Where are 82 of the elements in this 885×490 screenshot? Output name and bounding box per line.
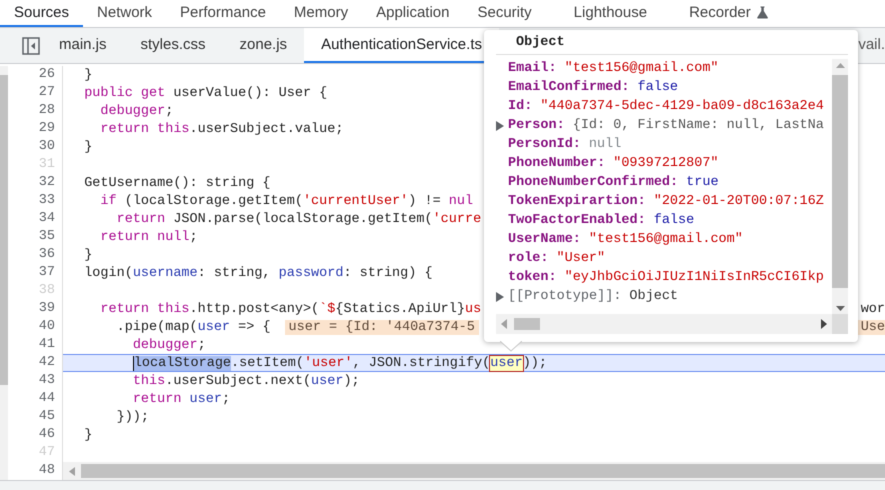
- line-number: 32: [38, 174, 56, 192]
- scroll-left-icon[interactable]: [69, 466, 75, 476]
- code-line: return null;: [99, 230, 198, 244]
- panel-tab[interactable]: Recorder: [675, 0, 782, 27]
- code-line: return this.http.post<any>(`${Statics.ApiUrl}us: [99, 302, 482, 316]
- file-tab[interactable]: main.js: [42, 28, 124, 63]
- code-line: public get userValue(): User {: [83, 86, 328, 100]
- line-number: 39: [38, 300, 56, 318]
- line-number: 29: [38, 120, 56, 138]
- line-number: 34: [38, 210, 56, 228]
- object-property: role: "User": [508, 251, 606, 266]
- line-number: 40: [38, 318, 56, 336]
- code-line: localStorage.setItem('user', JSON.stringify(user));: [132, 356, 548, 370]
- code-line: GetUsername(): string {: [83, 176, 271, 190]
- line-number: 36: [38, 246, 56, 264]
- line-number: 27: [38, 84, 56, 102]
- scrollbar-thumb[interactable]: [514, 318, 540, 330]
- object-property: PhoneNumber: "09397212807": [508, 156, 719, 171]
- code-line: }: [83, 68, 92, 82]
- object-property: token: "eyJhbGciOiJIUzI1NiIsInR5cCI6Ikp: [508, 270, 824, 285]
- code-fragment: wor: [860, 302, 885, 316]
- code-line: }));: [116, 410, 150, 424]
- scrollbar[interactable]: [496, 314, 848, 334]
- panel-tab[interactable]: Application: [362, 0, 464, 27]
- object-property: PersonId: null: [508, 137, 622, 152]
- scrollbar-corner: [832, 314, 848, 334]
- code-line: login(username: string, password: string) {: [83, 266, 433, 280]
- object-property: Email: "test156@gmail.com": [508, 61, 719, 76]
- line-number: 45: [38, 408, 56, 426]
- scroll-right-icon[interactable]: [821, 319, 827, 329]
- line-number: 37: [38, 264, 56, 282]
- line-number: 44: [38, 390, 56, 408]
- line-number: 28: [38, 102, 56, 120]
- panel-tab[interactable]: Lighthouse: [560, 0, 662, 27]
- scrollbar[interactable]: [63, 462, 885, 480]
- file-tab[interactable]: styles.css: [124, 28, 223, 63]
- code-line: .pipe(map(user => {: [116, 320, 271, 334]
- scrollbar-thumb[interactable]: [832, 75, 848, 288]
- expand-arrow-icon[interactable]: [496, 120, 504, 130]
- file-tab[interactable]: zone.js: [222, 28, 304, 63]
- code-line: return user;: [132, 392, 230, 406]
- line-number: 43: [38, 372, 56, 390]
- panel-tab[interactable]: Security: [463, 0, 546, 27]
- code-line: }: [83, 428, 92, 442]
- code-line: }: [83, 140, 92, 154]
- panel-tab[interactable]: Memory: [280, 0, 362, 27]
- scrollbar[interactable]: [832, 59, 848, 314]
- file-tab[interactable]: vail.: [858, 28, 885, 63]
- code-line: this.userSubject.next(user);: [132, 374, 360, 388]
- object-property: Id: "440a7374-5dec-4129-ba09-d8c163a2e4: [508, 99, 824, 114]
- line-number: 26: [38, 66, 56, 84]
- object-property: UserName: "test156@gmail.com": [508, 232, 743, 247]
- inline-value: Use: [856, 320, 885, 334]
- panel-tab[interactable]: Performance: [166, 0, 280, 27]
- line-number: 35: [38, 228, 56, 246]
- object-property: TokenExpirartion: "2022-01-20T00:07:16Z: [508, 194, 824, 209]
- object-property: TwoFactorEnabled: false: [508, 213, 694, 228]
- line-number: 46: [38, 426, 56, 444]
- code-line: return this.userSubject.value;: [99, 122, 344, 136]
- popover-title: Object: [516, 35, 565, 50]
- code-line: }: [83, 248, 92, 262]
- object-property: Person: {Id: 0, FirstName: null, LastNa: [508, 118, 824, 133]
- line-number: 48: [38, 462, 56, 480]
- code-line: return JSON.parse(localStorage.getItem('curre: [116, 212, 482, 226]
- object-property: [[Prototype]]: Object: [508, 289, 678, 304]
- sidebar-toggle-icon[interactable]: [22, 36, 40, 54]
- file-tab[interactable]: AuthenticationService.ts: [304, 28, 499, 63]
- object-property: PhoneNumberConfirmed: true: [508, 175, 719, 190]
- scrollbar-thumb[interactable]: [81, 464, 885, 478]
- line-number: 41: [38, 336, 56, 354]
- line-number: 33: [38, 192, 56, 210]
- code-line: if (localStorage.getItem('currentUser') != nul: [99, 194, 474, 208]
- line-number: 42: [38, 354, 56, 372]
- object-property: EmailConfirmed: false: [508, 80, 678, 95]
- code-line: debugger;: [99, 104, 174, 118]
- scroll-left-icon[interactable]: [501, 319, 507, 329]
- scrollbar[interactable]: [0, 66, 8, 480]
- inline-value: user = {Id: '440a7374-5: [284, 320, 479, 334]
- line-number: 30: [38, 138, 56, 156]
- panel-tab[interactable]: Network: [83, 0, 166, 27]
- code-line: debugger;: [132, 338, 206, 352]
- expand-arrow-icon[interactable]: [496, 292, 504, 302]
